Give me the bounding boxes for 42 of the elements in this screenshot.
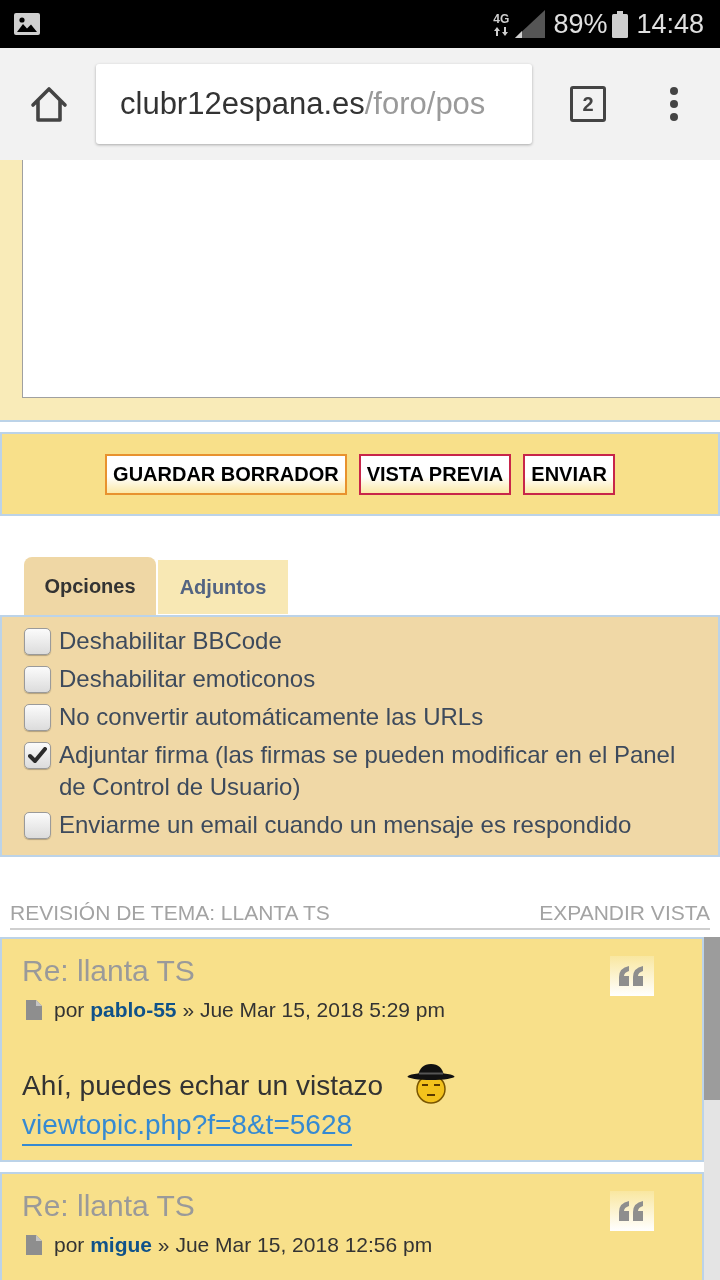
data-arrows-icon — [494, 26, 509, 36]
tab-count-button[interactable]: 2 — [570, 86, 606, 122]
tab[interactable]: Opciones — [24, 557, 156, 615]
checkmark-icon — [28, 747, 47, 764]
tab[interactable]: Adjuntos — [158, 560, 288, 614]
signal-icon — [515, 10, 546, 38]
battery-icon — [612, 10, 629, 38]
document-icon — [26, 1000, 42, 1020]
document-icon — [26, 1235, 42, 1255]
option-label: Adjuntar firma (las firmas se pueden modificar en el Panel de Control de Usuario) — [59, 740, 677, 802]
quote-icon — [618, 965, 646, 987]
more-menu-icon[interactable] — [670, 87, 678, 121]
option-label: Deshabilitar BBCode — [59, 626, 282, 656]
post-text: Ahí, puedes echar un vistazo — [22, 1069, 384, 1103]
url-field[interactable]: clubr12espana.es/foro/pos — [96, 64, 532, 144]
checkbox[interactable] — [24, 628, 51, 655]
post-byline: por pablo-55 » Jue Mar 15, 2018 5:29 pm — [54, 997, 446, 1023]
option-label: No convertir automáticamente las URLs — [59, 702, 484, 732]
quote-button[interactable] — [610, 1191, 654, 1231]
post-title: Re: llanta TS — [22, 1188, 195, 1224]
home-icon[interactable] — [30, 85, 68, 123]
author-link[interactable]: pablo-55 — [90, 998, 177, 1021]
save-draft-button[interactable]: GUARDAR BORRADOR — [105, 453, 347, 495]
scrollbar-thumb[interactable] — [704, 937, 720, 1100]
quote-icon — [618, 1200, 646, 1222]
image-icon — [14, 13, 40, 35]
checkbox[interactable] — [24, 812, 51, 839]
preview-button[interactable]: VISTA PREVIA — [358, 453, 512, 495]
battery-percentage: 89% — [553, 10, 608, 38]
checkbox[interactable] — [24, 742, 51, 769]
review-heading: REVISIÓN DE TEMA: LLANTA TS — [10, 901, 330, 925]
post-title: Re: llanta TS — [22, 953, 195, 989]
quote-button[interactable] — [610, 956, 654, 996]
clock-time: 14:48 — [636, 10, 704, 38]
post-byline: por migue » Jue Mar 15, 2018 12:56 pm — [54, 1232, 433, 1258]
checkbox[interactable] — [24, 704, 51, 731]
checkbox[interactable] — [24, 666, 51, 693]
option-label: Enviarme un email cuando un mensaje es respondido — [59, 810, 632, 840]
network-type-label: 4G — [493, 12, 510, 25]
submit-button[interactable]: ENVIAR — [523, 453, 615, 495]
option-label: Deshabilitar emoticonos — [59, 664, 316, 694]
author-link[interactable]: migue — [90, 1233, 153, 1256]
